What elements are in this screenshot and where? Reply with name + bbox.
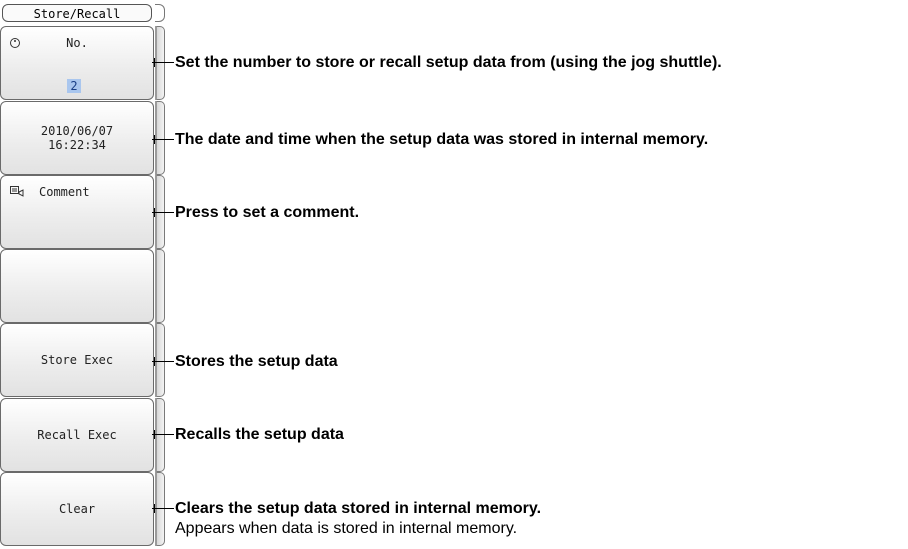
datetime-softkey[interactable]: 2010/06/07 16:22:34 xyxy=(0,101,154,175)
leader-tick-clear xyxy=(154,504,155,513)
stored-time: 16:22:34 xyxy=(48,138,106,152)
leader-line-comment xyxy=(152,212,174,213)
number-softkey-bezel xyxy=(155,26,165,100)
number-label: No. xyxy=(66,36,88,50)
blank-softkey[interactable] xyxy=(0,249,154,323)
leader-line-store xyxy=(152,361,174,362)
comment-icon xyxy=(10,186,24,197)
leader-line-recall xyxy=(152,434,174,435)
stored-date: 2010/06/07 xyxy=(40,124,114,138)
callout-store: Stores the setup data xyxy=(175,353,338,370)
leader-tick-store xyxy=(154,357,155,366)
datetime-softkey-bezel xyxy=(155,101,165,175)
store-exec-label: Store Exec xyxy=(40,353,114,367)
callout-recall: Recalls the setup data xyxy=(175,426,344,443)
comment-label: Comment xyxy=(39,185,90,199)
clear-label: Clear xyxy=(58,502,96,516)
clear-softkey-bezel xyxy=(155,472,165,546)
number-softkey[interactable]: No. 2 xyxy=(0,26,154,100)
callout-clear: Clears the setup data stored in internal… xyxy=(175,500,542,517)
menu-title-cap xyxy=(155,4,165,22)
store-exec-softkey[interactable]: Store Exec xyxy=(0,323,154,397)
menu-title: Store/Recall xyxy=(2,4,152,22)
store-exec-softkey-bezel xyxy=(155,323,165,397)
leader-line-number xyxy=(152,62,174,63)
softkey-menu: Store/Recall No. 2 2010/06/07 16:22:34 C… xyxy=(0,0,170,549)
leader-tick-datetime xyxy=(154,135,155,144)
leader-tick-number xyxy=(154,58,155,67)
recall-exec-softkey-bezel xyxy=(155,398,165,472)
callout-comment: Press to set a comment. xyxy=(175,204,360,221)
callout-datetime: The date and time when the setup data wa… xyxy=(175,131,709,148)
callout-clear-note: Appears when data is stored in internal … xyxy=(175,520,518,537)
blank-softkey-bezel xyxy=(155,249,165,323)
recall-exec-label: Recall Exec xyxy=(37,428,117,442)
leader-line-clear xyxy=(152,508,174,509)
leader-line-datetime xyxy=(152,139,174,140)
comment-softkey[interactable]: Comment xyxy=(0,175,154,249)
callout-number: Set the number to store or recall setup … xyxy=(175,54,722,71)
datetime-display: 2010/06/07 16:22:34 xyxy=(1,102,153,174)
recall-exec-softkey[interactable]: Recall Exec xyxy=(0,398,154,472)
leader-tick-recall xyxy=(154,430,155,439)
clear-softkey[interactable]: Clear xyxy=(0,472,154,546)
leader-tick-comment xyxy=(154,208,155,217)
number-value: 2 xyxy=(67,79,81,93)
